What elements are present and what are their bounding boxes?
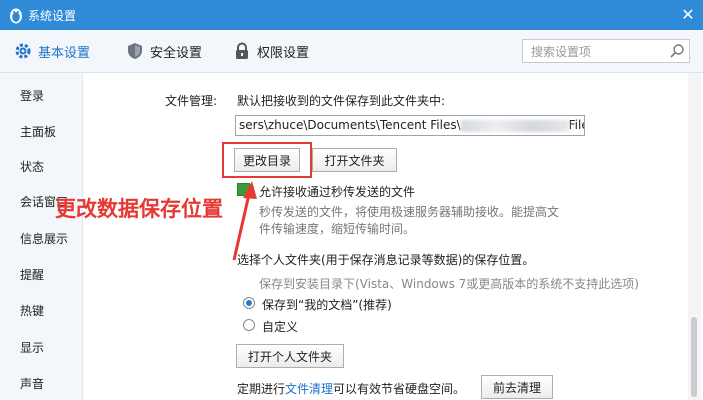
scrollbar-thumb[interactable] — [691, 317, 697, 397]
vertical-scrollbar[interactable] — [688, 73, 701, 400]
annotation-label: 更改数据保存位置 — [55, 197, 223, 221]
